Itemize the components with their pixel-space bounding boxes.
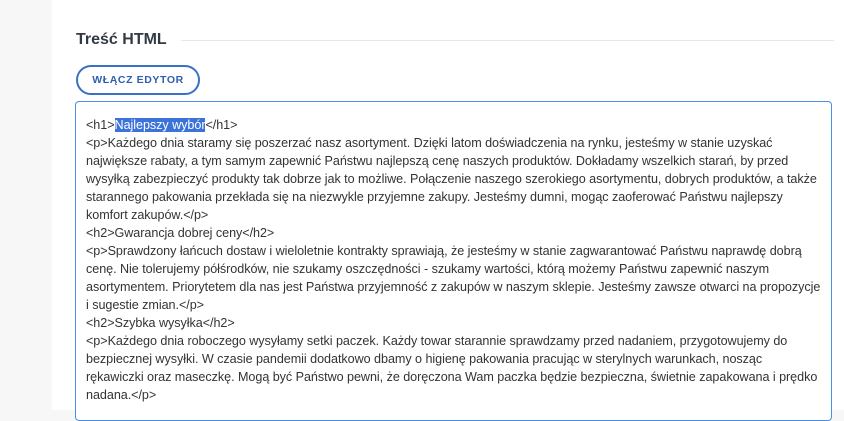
section-header: Treść HTML — [76, 30, 834, 50]
enable-editor-button[interactable]: WŁĄCZ EDYTOR — [76, 65, 200, 95]
h1-close-tag: </h1> — [205, 118, 238, 132]
content-panel: Treść HTML WŁĄCZ EDYTOR <h1>Najlepszy wy… — [52, 0, 844, 421]
section-title: Treść HTML — [76, 31, 167, 48]
html-content-textarea[interactable]: <h1>Najlepszy wybór</h1> <p>Każdego dnia… — [75, 101, 832, 421]
code-line-p2: <p>Sprawdzony łańcuch dostaw i wieloletn… — [86, 244, 824, 312]
section-divider — [180, 39, 834, 41]
code-line-h2-shipping: <h2>Szybka wysyłka</h2> — [86, 316, 235, 330]
h1-open-tag: <h1> — [86, 118, 115, 132]
selected-text: Najlepszy wybór — [114, 118, 206, 132]
code-line-p1: <p>Każdego dnia staramy się poszerzać na… — [86, 136, 821, 222]
code-line-h1: <h1>Najlepszy wybór</h1> — [86, 116, 821, 134]
code-line-h2-price: <h2>Gwarancja dobrej ceny</h2> — [86, 226, 275, 240]
code-line-p3: <p>Każdego dnia roboczego wysyłamy setki… — [86, 334, 821, 402]
